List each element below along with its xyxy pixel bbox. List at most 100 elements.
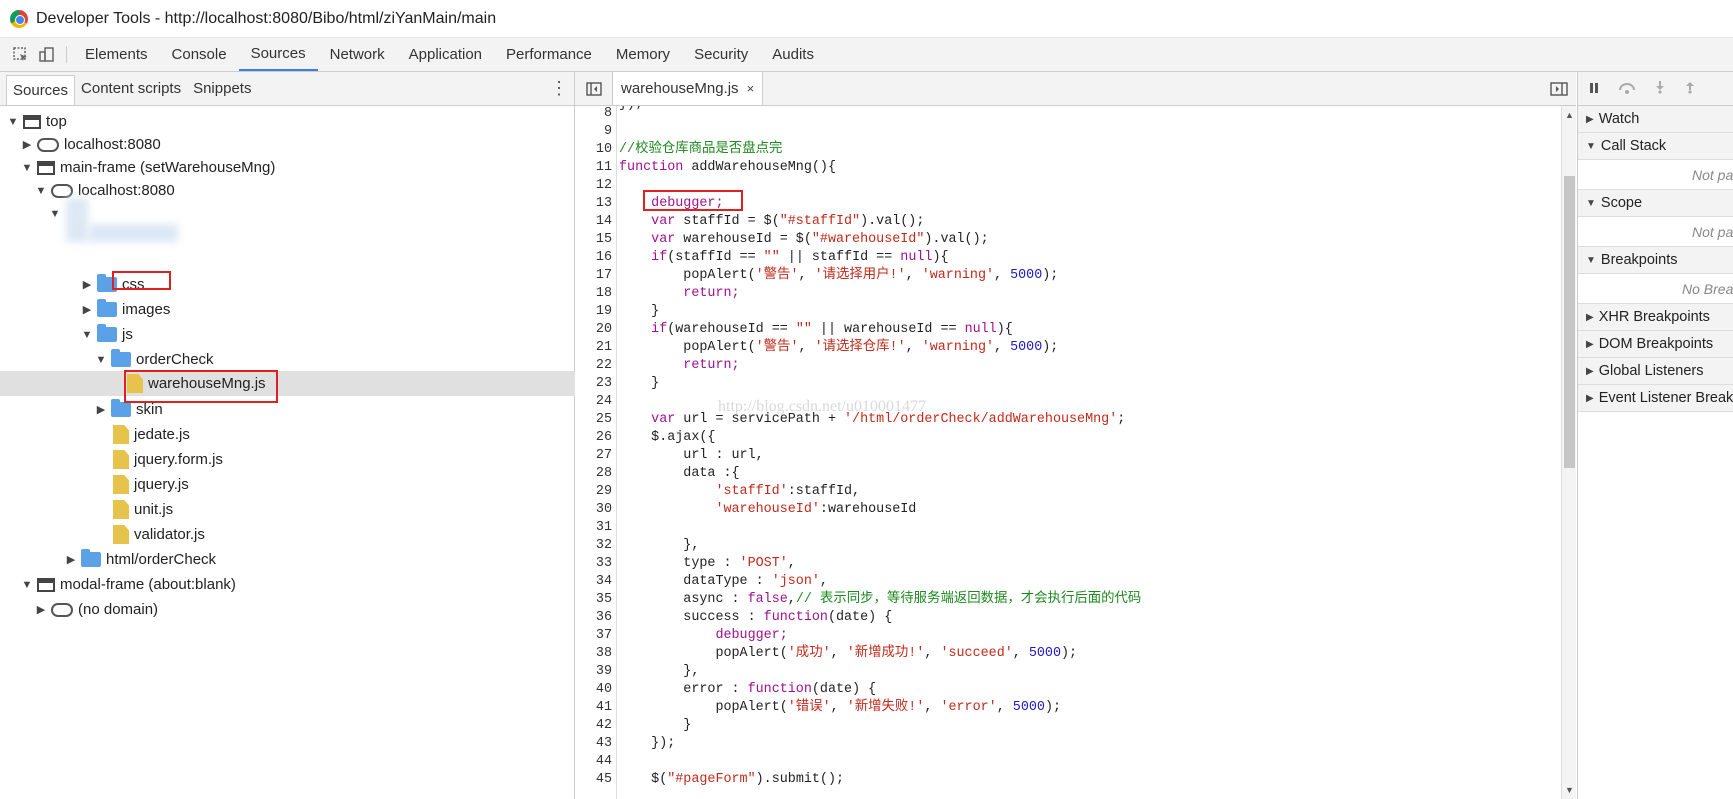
tab-content-scripts[interactable]: Content scripts bbox=[75, 72, 187, 105]
section-event-listener-breakpoints[interactable]: ▶ Event Listener Breakpoints bbox=[1578, 385, 1733, 412]
line-number[interactable]: 8 bbox=[575, 106, 612, 123]
tab-audits[interactable]: Audits bbox=[760, 38, 826, 71]
line-number[interactable]: 11 bbox=[575, 159, 612, 177]
more-options-icon[interactable]: ⋮ bbox=[544, 72, 574, 105]
line-number[interactable]: 45 bbox=[575, 771, 612, 789]
step-over-icon[interactable] bbox=[1618, 81, 1636, 97]
line-number[interactable]: 28 bbox=[575, 465, 612, 483]
tab-sources-files[interactable]: Sources bbox=[6, 75, 76, 105]
editor-scrollbar[interactable]: ▲ ▼ bbox=[1561, 106, 1576, 799]
line-number[interactable]: 44 bbox=[575, 753, 612, 771]
close-tab-icon[interactable]: × bbox=[747, 81, 755, 96]
tab-network[interactable]: Network bbox=[318, 38, 397, 71]
line-number[interactable]: 21 bbox=[575, 339, 612, 357]
tree-item-js[interactable]: ▼ js bbox=[0, 322, 575, 347]
line-number[interactable]: 31 bbox=[575, 519, 612, 537]
line-number[interactable]: 38 bbox=[575, 645, 612, 663]
tab-security[interactable]: Security bbox=[682, 38, 760, 71]
tree-item-main-frame[interactable]: ▼ main-frame (setWarehouseMng) bbox=[0, 155, 575, 180]
section-global-listeners[interactable]: ▶ Global Listeners bbox=[1578, 358, 1733, 385]
tab-application[interactable]: Application bbox=[397, 38, 494, 71]
tree-item-no-domain[interactable]: ▶ (no domain) bbox=[0, 597, 575, 622]
line-number[interactable]: 9 bbox=[575, 123, 612, 141]
line-number[interactable]: 24 bbox=[575, 393, 612, 411]
line-number[interactable]: 42 bbox=[575, 717, 612, 735]
section-call-stack[interactable]: ▼ Call Stack bbox=[1578, 133, 1733, 160]
section-xhr-breakpoints[interactable]: ▶ XHR Breakpoints bbox=[1578, 304, 1733, 331]
tree-item-domain[interactable]: ▶ localhost:8080 bbox=[0, 132, 575, 157]
line-number[interactable]: 17 bbox=[575, 267, 612, 285]
line-number[interactable]: 15 bbox=[575, 231, 612, 249]
code-string: '警告' bbox=[755, 340, 799, 355]
toggle-navigator-icon[interactable] bbox=[575, 72, 613, 105]
tree-item-modal-frame[interactable]: ▼ modal-frame (about:blank) bbox=[0, 572, 575, 597]
section-dom-breakpoints[interactable]: ▶ DOM Breakpoints bbox=[1578, 331, 1733, 358]
line-number[interactable]: 16 bbox=[575, 249, 612, 267]
tree-item-html-ordercheck[interactable]: ▶ html/orderCheck bbox=[0, 547, 575, 572]
line-number[interactable]: 36 bbox=[575, 609, 612, 627]
tree-item-file[interactable]: jquery.js bbox=[0, 472, 575, 497]
section-breakpoints[interactable]: ▼ Breakpoints bbox=[1578, 247, 1733, 274]
code-area[interactable]: 8 9 10 11 12 13 14 15 16 17 18 19 20 21 … bbox=[575, 106, 1561, 799]
tab-sources[interactable]: Sources bbox=[238, 38, 318, 71]
code-token: || warehouseId == bbox=[811, 322, 965, 337]
tree-item-images[interactable]: ▶ images bbox=[0, 297, 575, 322]
tree-item-file[interactable]: validator.js bbox=[0, 522, 575, 547]
line-number[interactable]: 35 bbox=[575, 591, 612, 609]
tree-item-css[interactable]: ▶ css bbox=[0, 272, 575, 297]
line-number[interactable]: 19 bbox=[575, 303, 612, 321]
code-line: popAlert('警告', '请选择仓库!', 'warning', 5000… bbox=[683, 340, 1059, 355]
line-number-gutter[interactable]: 8 9 10 11 12 13 14 15 16 17 18 19 20 21 … bbox=[575, 106, 617, 799]
tree-item-warehousemng-js[interactable]: warehouseMng.js bbox=[0, 371, 575, 396]
section-title: Scope bbox=[1600, 195, 1643, 211]
editor-file-tab[interactable]: warehouseMng.js × bbox=[613, 72, 764, 105]
line-number[interactable]: 13 bbox=[575, 195, 612, 213]
line-number[interactable]: 25 bbox=[575, 411, 612, 429]
tab-elements[interactable]: Elements bbox=[73, 38, 160, 71]
pause-icon[interactable] bbox=[1588, 81, 1600, 97]
tab-console[interactable]: Console bbox=[160, 38, 239, 71]
line-number[interactable]: 32 bbox=[575, 537, 612, 555]
line-number[interactable]: 10 bbox=[575, 141, 612, 159]
code-line: var staffId = $("#staffId").val(); bbox=[619, 213, 924, 231]
line-number[interactable]: 14 bbox=[575, 213, 612, 231]
line-number[interactable]: 20 bbox=[575, 321, 612, 339]
toggle-debugger-icon[interactable] bbox=[1550, 72, 1568, 106]
line-number[interactable]: 27 bbox=[575, 447, 612, 465]
tab-memory[interactable]: Memory bbox=[604, 38, 682, 71]
line-number[interactable]: 37 bbox=[575, 627, 612, 645]
tree-item-top[interactable]: ▼ top bbox=[0, 109, 575, 134]
step-into-icon[interactable] bbox=[1654, 80, 1666, 97]
device-toggle-icon[interactable] bbox=[34, 38, 60, 71]
inspect-element-icon[interactable] bbox=[8, 38, 34, 71]
line-number[interactable]: 43 bbox=[575, 735, 612, 753]
step-out-icon[interactable] bbox=[1684, 80, 1696, 97]
line-number[interactable]: 26 bbox=[575, 429, 612, 447]
tree-item-file[interactable]: jquery.form.js bbox=[0, 447, 575, 472]
scrollbar-thumb[interactable] bbox=[1564, 176, 1575, 468]
scroll-up-arrow-icon[interactable]: ▲ bbox=[1565, 110, 1574, 120]
tree-item-file[interactable]: unit.js bbox=[0, 497, 575, 522]
tab-performance[interactable]: Performance bbox=[494, 38, 604, 71]
line-number[interactable]: 30 bbox=[575, 501, 612, 519]
section-watch[interactable]: ▶ Watch bbox=[1578, 106, 1733, 133]
line-number[interactable]: 39 bbox=[575, 663, 612, 681]
js-file-icon bbox=[113, 525, 129, 544]
folder-icon bbox=[111, 349, 131, 367]
tab-snippets[interactable]: Snippets bbox=[187, 72, 257, 105]
window-title: Developer Tools - http://localhost:8080/… bbox=[36, 9, 497, 27]
line-number[interactable]: 23 bbox=[575, 375, 612, 393]
line-number[interactable]: 18 bbox=[575, 285, 612, 303]
line-number[interactable]: 22 bbox=[575, 357, 612, 375]
section-scope[interactable]: ▼ Scope bbox=[1578, 190, 1733, 217]
line-number[interactable]: 12 bbox=[575, 177, 612, 195]
line-number[interactable]: 40 bbox=[575, 681, 612, 699]
tree-item-ordercheck[interactable]: ▼ orderCheck bbox=[0, 347, 575, 372]
scroll-down-arrow-icon[interactable]: ▼ bbox=[1565, 785, 1574, 795]
line-number[interactable]: 41 bbox=[575, 699, 612, 717]
line-number[interactable]: 33 bbox=[575, 555, 612, 573]
line-number[interactable]: 34 bbox=[575, 573, 612, 591]
line-number[interactable]: 29 bbox=[575, 483, 612, 501]
tree-item-skin[interactable]: ▶ skin bbox=[0, 397, 575, 422]
tree-item-file[interactable]: jedate.js bbox=[0, 422, 575, 447]
